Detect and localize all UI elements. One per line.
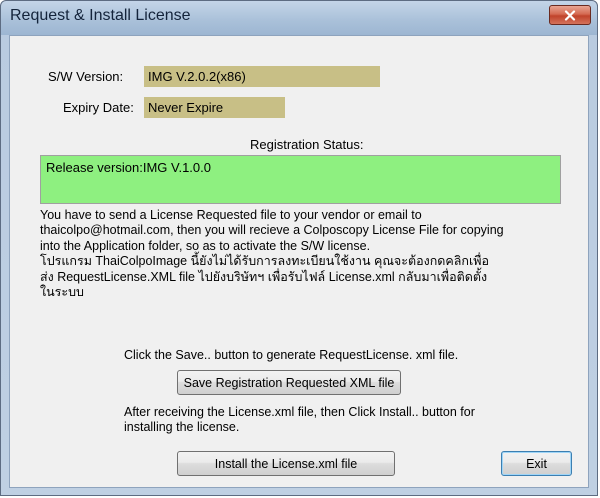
version-label: S/W Version: bbox=[48, 69, 124, 84]
expiry-label: Expiry Date: bbox=[63, 100, 134, 115]
registration-status-box: Release version:IMG V.1.0.0 bbox=[40, 155, 561, 204]
title-bar[interactable]: Request & Install License bbox=[1, 1, 597, 35]
install-hint: After receiving the License.xml file, th… bbox=[124, 405, 544, 435]
dialog-client-area: S/W Version: IMG V.2.0.2(x86) Expiry Dat… bbox=[9, 35, 589, 488]
install-hint-line: After receiving the License.xml file, th… bbox=[124, 405, 475, 419]
registration-status-text: Release version:IMG V.1.0.0 bbox=[46, 160, 211, 175]
exit-button[interactable]: Exit bbox=[501, 451, 572, 476]
instruction-line: into the Application folder, so as to ac… bbox=[40, 238, 371, 253]
close-icon bbox=[564, 9, 576, 21]
window-title: Request & Install License bbox=[10, 7, 191, 24]
license-dialog: Request & Install License S/W Version: I… bbox=[0, 0, 598, 496]
instruction-line-thai: โปรแกรม ThaiColpoImage นี้ยังไม่ได้รับกา… bbox=[40, 254, 489, 269]
save-xml-button[interactable]: Save Registration Requested XML file bbox=[177, 370, 401, 395]
version-field: IMG V.2.0.2(x86) bbox=[144, 66, 380, 87]
registration-status-label: Registration Status: bbox=[250, 137, 364, 152]
save-hint: Click the Save.. button to generate Requ… bbox=[124, 348, 459, 362]
install-hint-line: installing the license. bbox=[124, 420, 240, 434]
install-license-button[interactable]: Install the License.xml file bbox=[177, 451, 395, 476]
instruction-line: thaicolpo@hotmail.com, then you will rec… bbox=[40, 223, 504, 238]
instruction-line: You have to send a License Requested fil… bbox=[40, 208, 422, 222]
license-instructions: You have to send a License Requested fil… bbox=[40, 208, 568, 300]
instruction-line-thai: ส่ง RequestLicense.XML file ไปยังบริษัทฯ… bbox=[40, 269, 488, 284]
expiry-field: Never Expire bbox=[144, 97, 285, 118]
close-button[interactable] bbox=[549, 5, 591, 25]
instruction-line-thai: ในระบบ bbox=[40, 285, 84, 300]
